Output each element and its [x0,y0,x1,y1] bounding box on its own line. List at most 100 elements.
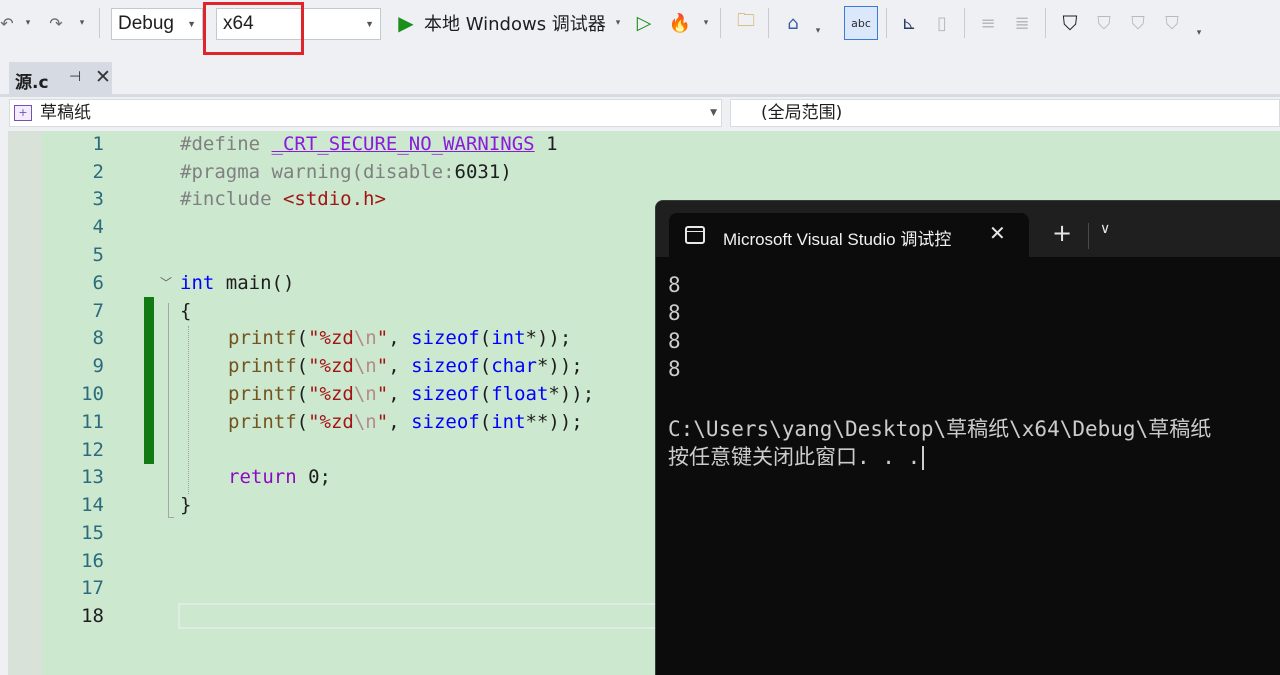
navigation-bar: + 草稿纸 ▼ (全局范围) [0,97,1280,129]
keyword: sizeof [411,411,480,433]
start-without-debugging-icon[interactable]: ▷ [633,10,655,36]
undo-icon[interactable]: ↶ [0,12,14,34]
punctuation: , [388,355,412,377]
string-literal: "%zd [308,355,354,377]
string-literal: " [376,327,389,349]
function-call: printf [228,383,297,405]
toolbar-separator [720,8,721,38]
run-target-label[interactable]: 本地 Windows 调试器 [424,10,606,36]
string-literal: "%zd [308,327,354,349]
indent-guide [188,326,189,494]
config-value: Debug [118,13,174,34]
collapse-icon[interactable]: ﹀ [160,274,172,291]
close-icon[interactable]: ✕ [95,66,111,88]
punctuation: *)); [548,383,595,405]
document-tab[interactable]: 源.c ⊣ ✕ [9,62,112,95]
string-literal: " [376,355,389,377]
spell-check-icon[interactable]: abc [844,6,878,40]
find-in-files-icon[interactable]: 🗀 [733,10,759,36]
scope-select[interactable]: (全局范围) [730,99,1280,127]
close-icon[interactable]: ✕ [989,221,1006,245]
annotation-highlight-box [203,2,304,55]
clear-bookmarks-icon[interactable]: ⛉ [1160,10,1184,36]
console-titlebar: Microsoft Visual Studio 调试控 ✕ + ∨ [656,201,1280,257]
outline-guide [168,303,169,518]
text-cursor [922,446,925,470]
macro-value: 1 [534,133,558,155]
hot-reload-dropdown-icon[interactable]: ▾ [700,16,712,30]
toolbar: ↶ ▾ ↷ ▾ Debug ▼ x64 ▼ ▶ 本地 Windows 调试器 ▾… [0,0,1280,55]
next-bookmark-icon[interactable]: ⛉ [1126,10,1150,36]
keyword: return [228,466,297,488]
string-literal: " [376,383,389,405]
macro-name: _CRT_SECURE_NO_WARNINGS [271,133,535,155]
punctuation: ( [479,411,492,433]
brace: { [180,300,192,322]
terminal-icon [685,226,705,244]
new-tab-icon[interactable]: + [1052,221,1072,245]
format-document-icon[interactable]: ⊾ [896,10,922,36]
console-prompt-text: 按任意键关闭此窗口. . . [668,445,921,469]
warning-number: 6031 [454,161,501,183]
line-number: 2 [92,161,104,183]
debug-console-window[interactable]: Microsoft Visual Studio 调试控 ✕ + ∨ 8 8 8 … [655,200,1280,675]
punctuation: ) [500,161,512,183]
punctuation: ( [479,383,492,405]
project-select[interactable]: + 草稿纸 ▼ [9,99,722,127]
line-number: 6 [92,272,104,294]
punctuation: *)); [525,327,572,349]
previous-bookmark-icon[interactable]: ⛉ [1092,10,1116,36]
scope-value: (全局范围) [761,103,843,123]
console-output-line: 8 [668,357,681,381]
console-output-line: 8 [668,329,681,353]
line-number: 9 [92,355,104,377]
line-number: 1 [92,133,104,155]
line-number: 17 [81,577,104,599]
code-line: } [180,494,191,516]
escape-sequence: \n [353,411,377,433]
keyword: sizeof [411,327,480,349]
punctuation: ( [296,327,309,349]
config-select[interactable]: Debug ▼ [111,8,203,40]
line-number: 12 [81,439,104,461]
start-debugging-icon[interactable]: ▶ [396,10,416,36]
type-keyword: int [491,327,526,349]
preprocessor-directive: #define [180,133,272,155]
code-line: printf("%zd\n", sizeof(float*)); [228,383,594,405]
indent-icon[interactable]: ≣ [1010,10,1034,36]
project-icon: + [14,105,32,121]
line-number: 8 [92,327,104,349]
undo-dropdown-icon[interactable]: ▾ [22,16,34,30]
toolbar-overflow-icon[interactable]: ▾ [1192,26,1206,40]
include-path: <stdio.h> [282,188,386,210]
line-number: 11 [81,411,104,433]
console-tab[interactable]: Microsoft Visual Studio 调试控 ✕ [669,213,1029,257]
layout-dropdown-icon[interactable]: ▾ [812,24,824,38]
punctuation: , [388,327,412,349]
redo-dropdown-icon[interactable]: ▾ [76,16,88,30]
escape-sequence: \n [353,383,377,405]
escape-sequence: \n [353,355,377,377]
punctuation: **)); [525,411,583,433]
pin-icon[interactable]: ⊣ [69,69,81,85]
line-number: 7 [92,300,104,322]
hot-reload-icon[interactable]: 🔥 [668,10,692,36]
redo-icon[interactable]: ↷ [44,12,68,34]
toggle-comment-icon[interactable]: ▯ [930,10,954,36]
function-call: printf [228,411,297,433]
code-line: return 0; [228,466,331,488]
chevron-down-icon: ▼ [187,19,196,29]
line-number: 16 [81,550,104,572]
run-target-dropdown-icon[interactable]: ▾ [612,16,624,30]
chevron-down-icon: ▼ [710,108,717,118]
line-number: 3 [92,188,104,210]
chevron-down-icon[interactable]: ∨ [1100,221,1110,237]
preprocessor-directive: #pragma warning(disable: [180,161,455,183]
outdent-icon[interactable]: ≡ [976,10,1000,36]
string-literal: "%zd [308,411,354,433]
bookmark-icon[interactable]: ⛉ [1058,10,1082,36]
code-line: printf("%zd\n", sizeof(int**)); [228,411,583,433]
line-number: 14 [81,494,104,516]
solution-explorer-icon[interactable]: ⌂ [780,10,806,36]
function-signature: main() [214,272,295,294]
